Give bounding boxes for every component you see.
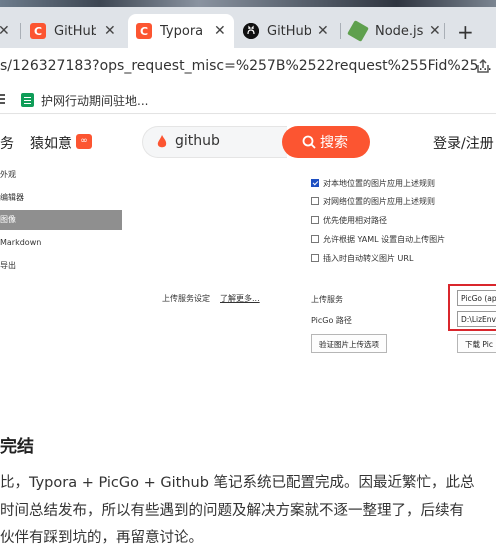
article-screenshot: 外观 编辑器 图像 Markdown 导出 对本地位置的图片应用上述规则 对网络… bbox=[0, 167, 496, 377]
upload-service-label: 上传服务 bbox=[311, 295, 343, 304]
nav-item-yuanruyi[interactable]: 猿如意 bbox=[30, 133, 72, 153]
nav-item-service[interactable]: 务 bbox=[0, 133, 14, 153]
checkbox-escape-url bbox=[311, 254, 319, 262]
tab-title: GitHub bbox=[267, 23, 311, 39]
checkbox-network-images bbox=[311, 197, 319, 205]
learn-more-link: 了解更多... bbox=[220, 294, 260, 303]
csdn-icon: C bbox=[30, 23, 46, 39]
checkbox-yaml-upload bbox=[311, 235, 319, 243]
sidebar-item-editor: 编辑器 bbox=[0, 193, 24, 202]
sidebar-item-appearance: 外观 bbox=[0, 170, 16, 179]
sheets-icon bbox=[21, 93, 34, 107]
sidebar-item-image: 图像 bbox=[0, 215, 16, 224]
github-icon bbox=[243, 23, 259, 39]
tab-nodejs[interactable]: Node.js ✕ bbox=[347, 14, 442, 48]
picgo-path-label: PicGo 路径 bbox=[311, 316, 352, 325]
close-icon[interactable]: ✕ bbox=[0, 23, 10, 39]
apps-icon[interactable] bbox=[0, 94, 5, 106]
tab-separator bbox=[340, 23, 341, 39]
search-button[interactable]: 搜索 bbox=[282, 126, 370, 158]
share-icon[interactable] bbox=[474, 57, 492, 75]
section-heading: 完结 bbox=[0, 437, 34, 457]
close-icon[interactable]: ✕ bbox=[214, 23, 226, 39]
login-register-link[interactable]: 登录/注册 bbox=[433, 133, 494, 153]
paragraph-line: 比，Typora + PicGo + Github 笔记系统已配置完成。因最近繁… bbox=[0, 475, 475, 491]
checkbox-local-images bbox=[311, 179, 319, 187]
option-label: 优先使用相对路径 bbox=[323, 216, 387, 225]
bookmarks-bar: 护网行动期间驻地... bbox=[0, 86, 496, 114]
close-icon[interactable]: ✕ bbox=[104, 23, 116, 39]
nodejs-icon bbox=[347, 20, 369, 42]
upload-settings-label: 上传服务设定 bbox=[162, 294, 210, 303]
tab-partial[interactable]: ✕ bbox=[0, 14, 20, 48]
paragraph-line: 伙伴有踩到坑的，再留意讨论。 bbox=[0, 530, 203, 546]
yuanruyi-badge-icon: ∞ bbox=[76, 134, 92, 149]
option-label: 对网络位置的图片应用上述规则 bbox=[323, 197, 435, 206]
search-box[interactable]: github bbox=[142, 126, 287, 158]
window-background bbox=[0, 0, 496, 7]
new-tab-button[interactable]: + bbox=[457, 20, 474, 44]
browser-tab-bar: ✕ C GitHub ✕ C Typora ✕ GitHub ✕ Node.js… bbox=[0, 0, 496, 48]
site-header: 务 猿如意 ∞ github 搜索 登录/注册 bbox=[0, 115, 496, 167]
close-icon[interactable]: ✕ bbox=[429, 23, 441, 39]
tab-title: Node.js bbox=[375, 23, 423, 39]
tab-separator bbox=[444, 23, 445, 39]
sidebar-item-markdown: Markdown bbox=[0, 238, 42, 247]
tab-title: GitHub bbox=[54, 23, 96, 39]
tab-github-csdn[interactable]: C GitHub ✕ bbox=[30, 14, 125, 48]
option-label: 允许根据 YAML 设置自动上传图片 bbox=[323, 235, 446, 244]
csdn-icon: C bbox=[136, 23, 152, 39]
close-icon[interactable]: ✕ bbox=[317, 23, 329, 39]
url-text[interactable]: s/126327183?ops_request_misc=%257B%2522r… bbox=[0, 58, 492, 74]
download-picgo-button: 下载 Pic bbox=[457, 334, 496, 353]
paragraph-line: 时间总结发布，所以有些遇到的问题及解决方案就不逐一整理了，后续有 bbox=[0, 503, 464, 519]
sidebar-active-highlight bbox=[0, 210, 122, 230]
checkbox-relative-path bbox=[311, 216, 319, 224]
tab-typora[interactable]: C Typora ✕ bbox=[128, 14, 234, 48]
search-icon bbox=[302, 135, 316, 149]
tab-separator bbox=[20, 23, 21, 39]
verify-upload-button: 验证图片上传选项 bbox=[311, 334, 387, 353]
sidebar-item-export: 导出 bbox=[0, 261, 16, 270]
highlight-frame bbox=[448, 284, 496, 331]
search-input[interactable]: github bbox=[175, 133, 220, 149]
settings-sidebar: 外观 编辑器 图像 Markdown 导出 bbox=[0, 167, 125, 377]
search-button-label: 搜索 bbox=[320, 135, 348, 151]
option-label: 插入时自动转义图片 URL bbox=[323, 254, 414, 263]
address-bar[interactable]: s/126327183?ops_request_misc=%257B%2522r… bbox=[0, 48, 496, 86]
tab-github[interactable]: GitHub ✕ bbox=[243, 14, 335, 48]
bookmark-item[interactable]: 护网行动期间驻地... bbox=[41, 92, 148, 109]
tab-title: Typora bbox=[160, 23, 204, 39]
option-label: 对本地位置的图片应用上述规则 bbox=[323, 179, 435, 188]
flame-icon bbox=[157, 135, 167, 148]
